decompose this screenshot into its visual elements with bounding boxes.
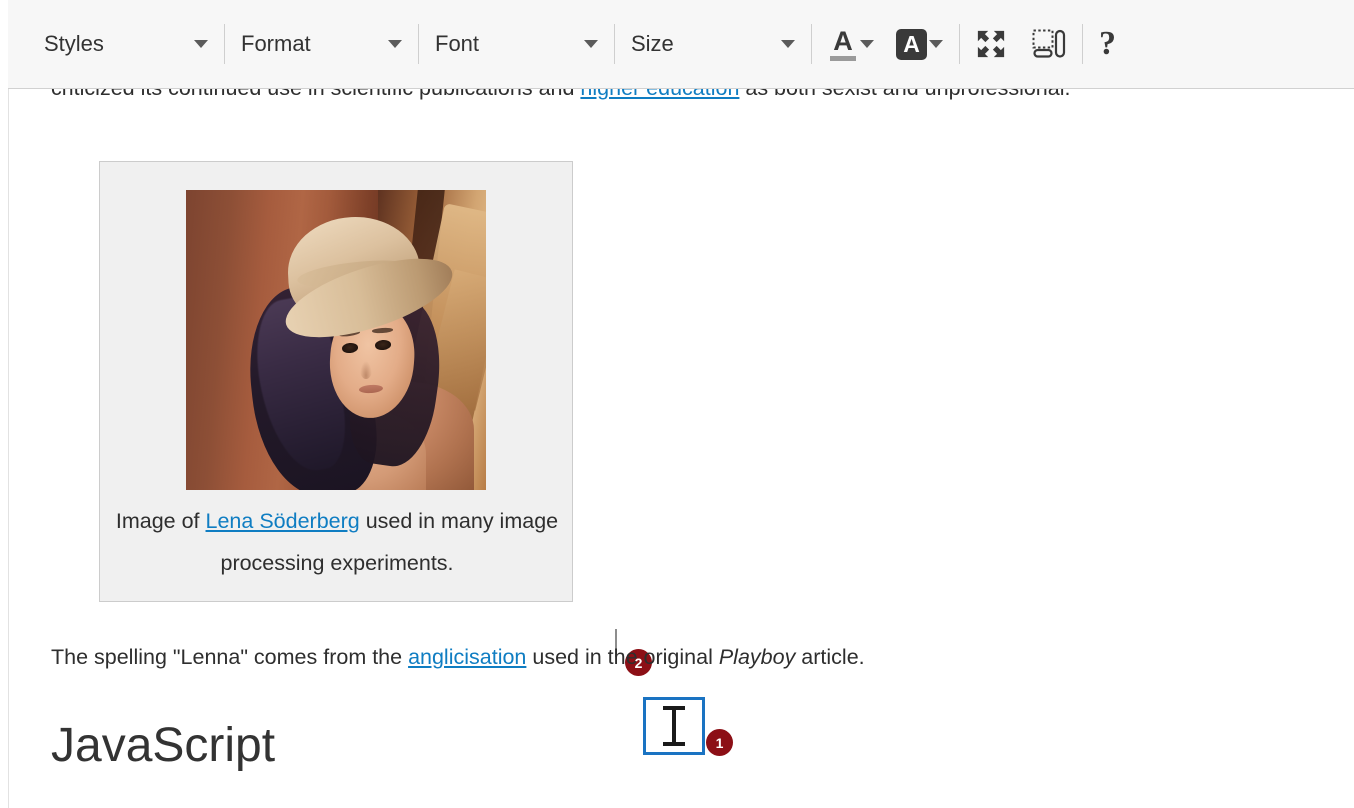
link-anglicisation[interactable]: anglicisation — [408, 645, 526, 669]
styles-combo[interactable]: Styles — [44, 24, 208, 64]
chevron-down-icon — [584, 40, 598, 48]
size-combo-label: Size — [631, 31, 674, 56]
figure-lenna[interactable]: Image of Lena Söderberg used in many ima… — [99, 161, 573, 602]
font-combo-label: Font — [435, 31, 480, 56]
chevron-down-icon — [194, 40, 208, 48]
link-lena-soderberg[interactable]: Lena Söderberg — [206, 509, 360, 533]
link-higher-education[interactable]: higher education — [580, 89, 739, 100]
paragraph-spelling-middle: used in the original — [526, 645, 719, 669]
editor-content-area[interactable]: criticized its continued use in scientif… — [8, 89, 1354, 808]
show-blocks-button[interactable] — [1032, 22, 1066, 66]
paragraph-criticism: criticized its continued use in scientif… — [51, 89, 1311, 103]
chevron-down-icon — [781, 40, 795, 48]
background-color-button[interactable]: A — [896, 22, 943, 66]
paragraph-criticism-text-before: criticized its continued use in scientif… — [51, 89, 580, 100]
background-color-glyph: A — [903, 30, 920, 57]
editor-window: Styles Format Font Size A A ? Image of L… — [0, 0, 1354, 808]
paragraph-criticism-text-after: as both sexist and unprofessional. — [739, 89, 1070, 100]
paragraph-spelling: The spelling "Lenna" comes from the angl… — [51, 642, 1311, 672]
editor-toolbar: Styles Format Font Size A A ? — [8, 0, 1354, 89]
paragraph-spelling-after: article. — [795, 645, 865, 669]
show-blocks-icon — [1032, 29, 1066, 58]
figure-caption: Image of Lena Söderberg used in many ima… — [100, 500, 574, 584]
size-combo[interactable]: Size — [631, 24, 795, 64]
lenna-image-render — [186, 190, 486, 490]
toolbar-separator — [418, 24, 419, 64]
toolbar-separator — [1082, 24, 1083, 64]
format-combo-label: Format — [241, 31, 311, 56]
toolbar-separator — [959, 24, 960, 64]
format-combo[interactable]: Format — [241, 24, 402, 64]
help-icon: ? — [1099, 25, 1116, 62]
toolbar-separator — [811, 24, 812, 64]
toolbar-separator — [614, 24, 615, 64]
chevron-down-icon[interactable] — [929, 40, 943, 48]
chevron-down-icon[interactable] — [860, 40, 874, 48]
toolbar-separator — [224, 24, 225, 64]
help-button[interactable]: ? — [1099, 22, 1116, 66]
figure-caption-before: Image of — [115, 509, 206, 533]
background-color-icon: A — [896, 28, 927, 60]
heading-javascript: JavaScript — [51, 719, 276, 772]
paragraph-spelling-italic: Playboy — [718, 645, 796, 669]
maximize-button[interactable] — [976, 22, 1006, 66]
paragraph-spelling-before: The spelling "Lenna" comes from the — [51, 645, 409, 669]
text-color-glyph: A — [833, 25, 853, 56]
styles-combo-label: Styles — [44, 31, 104, 56]
mouse-cursor-highlight — [643, 697, 705, 755]
text-ibeam-cursor-icon — [663, 706, 685, 746]
font-combo[interactable]: Font — [435, 24, 598, 64]
text-color-button[interactable]: A — [828, 22, 874, 66]
annotation-marker-1: 1 — [706, 729, 733, 756]
lenna-image[interactable] — [186, 190, 486, 490]
text-color-swatch — [830, 55, 856, 61]
chevron-down-icon — [388, 40, 402, 48]
text-color-icon: A — [828, 25, 858, 61]
maximize-icon — [977, 30, 1005, 58]
